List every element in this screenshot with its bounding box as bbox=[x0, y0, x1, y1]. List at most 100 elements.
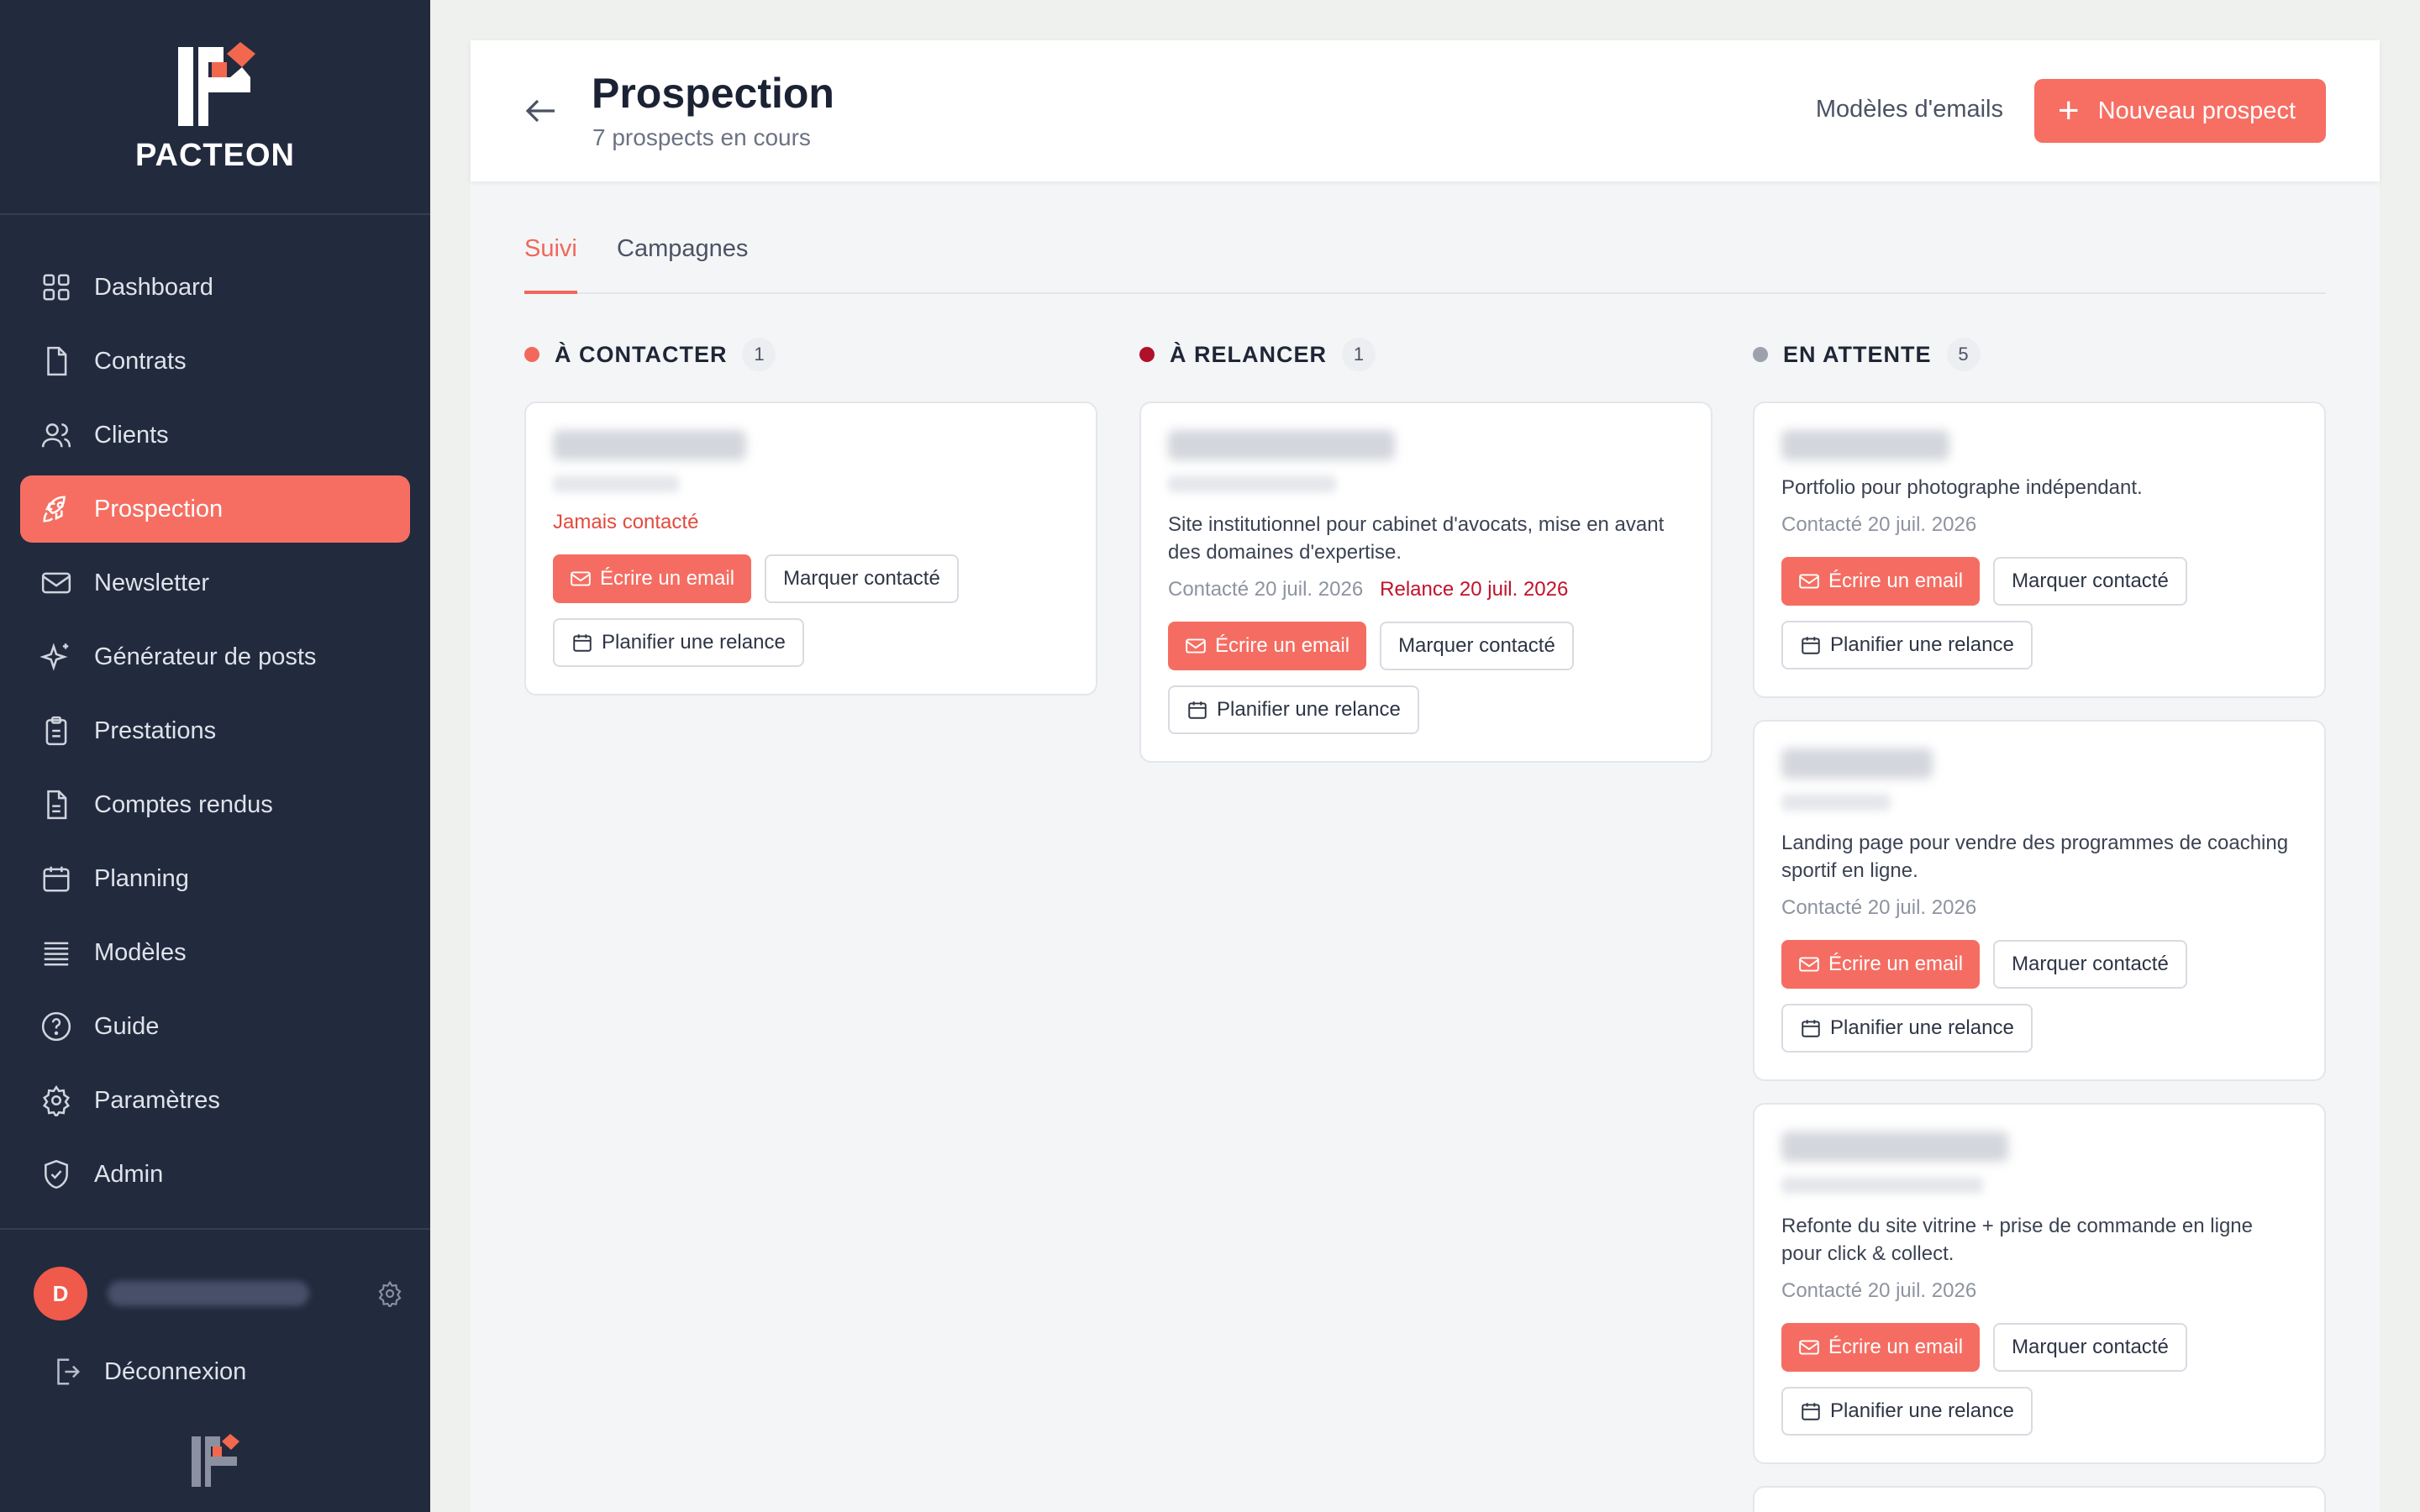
mark-contacted-button[interactable]: Marquer contacté bbox=[765, 554, 959, 603]
sidebar-item-label: Comptes rendus bbox=[94, 790, 273, 818]
sidebar-item-label: Clients bbox=[94, 421, 169, 449]
card-actions: Écrire un email Marquer contacté Planifi… bbox=[553, 554, 1069, 667]
prospect-company-redacted bbox=[1781, 1177, 1983, 1194]
write-email-label: Écrire un email bbox=[600, 567, 735, 590]
prospect-card[interactable]: Refonte du site vitrine + prise de comma… bbox=[1753, 1103, 2326, 1464]
sidebar-item-label: Générateur de posts bbox=[94, 643, 317, 670]
rocket-icon bbox=[40, 493, 72, 525]
shield-check-icon bbox=[40, 1158, 72, 1190]
prospect-card[interactable]: Portfolio pour photographe indépendant. … bbox=[1753, 402, 2326, 698]
prospect-name-redacted bbox=[1781, 430, 1949, 460]
sidebar-item-label: Guide bbox=[94, 1012, 160, 1040]
contacted-date: Contacté 20 juil. 2026 bbox=[1781, 896, 1977, 919]
list-icon bbox=[40, 937, 72, 969]
gear-icon[interactable] bbox=[376, 1280, 403, 1307]
sidebar-item-label: Newsletter bbox=[94, 569, 209, 596]
sidebar: PACTEON Dashboard Contrats Clients Prosp… bbox=[0, 0, 430, 1512]
sidebar-item-comptes-rendus[interactable]: Comptes rendus bbox=[20, 771, 410, 838]
plan-relance-button[interactable]: Planifier une relance bbox=[553, 618, 804, 667]
prospect-dates: Contacté 20 juil. 2026 Relance 20 juil. 2… bbox=[1168, 578, 1684, 601]
user-row[interactable]: D bbox=[34, 1267, 403, 1320]
plan-relance-label: Planifier une relance bbox=[1830, 633, 2014, 656]
pacteon-mini-logo bbox=[192, 1434, 239, 1487]
sidebar-item-modeles[interactable]: Modèles bbox=[20, 919, 410, 986]
write-email-label: Écrire un email bbox=[1828, 953, 1964, 975]
mark-contacted-button[interactable]: Marquer contacté bbox=[1993, 1323, 2187, 1372]
sidebar-item-parametres[interactable]: Paramètres bbox=[20, 1067, 410, 1134]
column-count: 1 bbox=[1342, 338, 1376, 371]
contacted-date: Contacté 20 juil. 2026 bbox=[1781, 1279, 1977, 1302]
prospect-name-redacted bbox=[1781, 748, 1933, 779]
sidebar-item-newsletter[interactable]: Newsletter bbox=[20, 549, 410, 617]
prospect-name-redacted bbox=[1781, 1131, 2008, 1162]
email-templates-link[interactable]: Modèles d'emails bbox=[1816, 96, 2003, 123]
plan-relance-button[interactable]: Planifier une relance bbox=[1168, 685, 1419, 734]
write-email-button[interactable]: Écrire un email bbox=[1781, 557, 1981, 606]
write-email-button[interactable]: Écrire un email bbox=[1781, 940, 1981, 989]
new-prospect-button[interactable]: + Nouveau prospect bbox=[2033, 79, 2326, 143]
sidebar-item-prestations[interactable]: Prestations bbox=[20, 697, 410, 764]
prospect-name-redacted bbox=[553, 430, 746, 460]
prospect-card[interactable]: Site institutionnel pour cabinet d'avoca… bbox=[1139, 402, 1712, 763]
sidebar-item-label: Contrats bbox=[94, 347, 187, 375]
prospect-card-partial[interactable] bbox=[1753, 1486, 2326, 1512]
write-email-button[interactable]: Écrire un email bbox=[553, 554, 752, 603]
sidebar-nav: Dashboard Contrats Clients Prospection N… bbox=[20, 254, 410, 1215]
status-dot bbox=[1139, 347, 1155, 362]
sidebar-item-label: Prospection bbox=[94, 495, 224, 522]
write-email-label: Écrire un email bbox=[1215, 634, 1350, 657]
sparkles-icon bbox=[40, 641, 72, 673]
sidebar-item-clients[interactable]: Clients bbox=[20, 402, 410, 469]
page-title: Prospection bbox=[592, 70, 834, 117]
grid-icon bbox=[40, 271, 72, 303]
sidebar-item-label: Admin bbox=[94, 1160, 164, 1188]
calendar-icon bbox=[571, 632, 593, 654]
write-email-button[interactable]: Écrire un email bbox=[1781, 1323, 1981, 1372]
sidebar-item-dashboard[interactable]: Dashboard bbox=[20, 254, 410, 321]
mark-contacted-button[interactable]: Marquer contacté bbox=[1993, 940, 2187, 989]
prospect-company-redacted bbox=[553, 475, 679, 492]
sidebar-item-label: Dashboard bbox=[94, 273, 213, 301]
calendar-icon bbox=[1800, 1400, 1822, 1422]
sidebar-item-label: Paramètres bbox=[94, 1086, 220, 1114]
sidebar-footer: D Déconnexion bbox=[0, 1228, 430, 1487]
mark-contacted-button[interactable]: Marquer contacté bbox=[1380, 622, 1574, 670]
column-a-relancer: À RELANCER 1 Site institutionnel pour ca… bbox=[1139, 334, 1712, 763]
relance-date: Relance 20 juil. 2026 bbox=[1380, 578, 1569, 601]
avatar: D bbox=[34, 1267, 87, 1320]
plus-icon: + bbox=[2057, 90, 2080, 131]
calendar-icon bbox=[1186, 699, 1208, 721]
tab-campagnes[interactable]: Campagnes bbox=[617, 235, 748, 294]
file-text-icon bbox=[40, 789, 72, 821]
status-dot bbox=[1753, 347, 1768, 362]
column-title: À CONTACTER bbox=[555, 341, 728, 367]
logout-icon bbox=[57, 1358, 81, 1385]
plan-relance-button[interactable]: Planifier une relance bbox=[1781, 1387, 2033, 1436]
plan-relance-label: Planifier une relance bbox=[602, 631, 786, 654]
column-header: À RELANCER 1 bbox=[1139, 334, 1712, 375]
prospect-card[interactable]: Jamais contacté Écrire un email Marquer … bbox=[524, 402, 1097, 696]
status-dot bbox=[524, 347, 539, 362]
brand-name: PACTEON bbox=[135, 138, 295, 173]
prospect-company-redacted bbox=[1781, 794, 1891, 811]
tab-suivi[interactable]: Suivi bbox=[524, 235, 577, 294]
back-arrow-icon[interactable] bbox=[521, 91, 561, 131]
sidebar-item-generateur-posts[interactable]: Générateur de posts bbox=[20, 623, 410, 690]
plan-relance-button[interactable]: Planifier une relance bbox=[1781, 1004, 2033, 1053]
mail-icon bbox=[1798, 1336, 1820, 1358]
logout-button[interactable]: Déconnexion bbox=[50, 1356, 246, 1388]
calendar-icon bbox=[40, 863, 72, 895]
mark-contacted-button[interactable]: Marquer contacté bbox=[1993, 557, 2187, 606]
sidebar-item-planning[interactable]: Planning bbox=[20, 845, 410, 912]
column-count: 5 bbox=[1946, 338, 1981, 371]
sidebar-item-contrats[interactable]: Contrats bbox=[20, 328, 410, 395]
prospect-card[interactable]: Landing page pour vendre des programmes … bbox=[1753, 720, 2326, 1081]
pacteon-logo bbox=[178, 42, 255, 126]
write-email-button[interactable]: Écrire un email bbox=[1168, 622, 1367, 670]
sidebar-item-prospection[interactable]: Prospection bbox=[20, 475, 410, 543]
main-panel: Prospection 7 prospects en cours Modèles… bbox=[471, 40, 2380, 1512]
calendar-icon bbox=[1800, 634, 1822, 656]
sidebar-item-admin[interactable]: Admin bbox=[20, 1141, 410, 1208]
plan-relance-button[interactable]: Planifier une relance bbox=[1781, 621, 2033, 669]
sidebar-item-guide[interactable]: Guide bbox=[20, 993, 410, 1060]
